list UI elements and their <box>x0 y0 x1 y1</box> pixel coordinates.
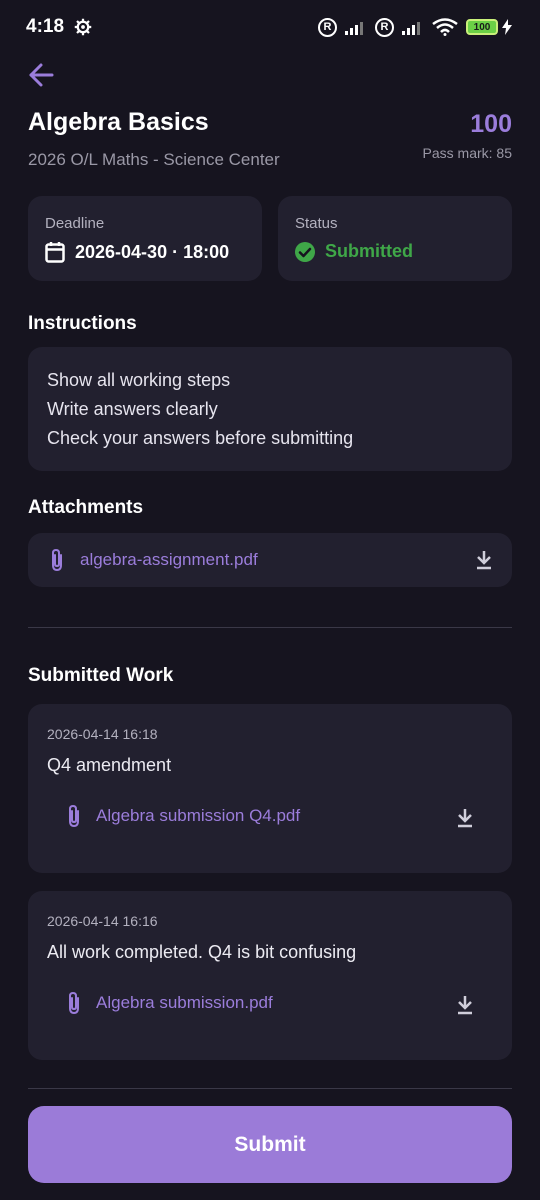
status-label: Status <box>295 215 338 232</box>
submission-filename: Algebra submission Q4.pdf <box>96 806 301 825</box>
submission-note: All work completed. Q4 is bit confusing <box>47 942 357 962</box>
battery-indicator: 100 <box>466 19 512 35</box>
status-bar-left: 4:18 <box>26 16 92 38</box>
paperclip-icon <box>52 548 62 572</box>
settings-gear-icon <box>74 18 92 36</box>
battery-level: 100 <box>466 19 498 35</box>
submission-filename: Algebra submission.pdf <box>96 993 273 1012</box>
charging-bolt-icon <box>502 19 512 35</box>
calendar-icon <box>45 242 65 263</box>
instructions-title: Instructions <box>28 313 137 334</box>
deadline-value-row: 2026-04-30 · 18:00 <box>45 241 229 263</box>
section-divider <box>28 627 512 628</box>
deadline-value: 2026-04-30 · 18:00 <box>75 241 230 262</box>
roaming-icon: R <box>375 17 394 37</box>
pass-mark: Pass mark: 85 <box>422 145 512 161</box>
download-icon[interactable] <box>475 550 493 570</box>
check-circle-icon <box>295 241 315 262</box>
deadline-card: Deadline 2026-04-30 · 18:00 <box>28 196 262 281</box>
download-icon[interactable] <box>456 995 474 1015</box>
instruction-line: Check your answers before submitting <box>47 428 354 448</box>
signal-icon <box>402 22 420 35</box>
footer-divider <box>28 1088 512 1089</box>
paperclip-icon <box>69 804 79 828</box>
signal-icon <box>345 22 363 35</box>
attachment-item[interactable]: algebra-assignment.pdf <box>28 533 512 587</box>
status-card: Status Submitted <box>278 196 512 281</box>
total-score: 100 <box>470 110 512 138</box>
class-subtitle: 2026 O/L Maths - Science Center <box>28 150 280 169</box>
submission-card: 2026-04-14 16:16 All work completed. Q4 … <box>28 891 512 1060</box>
instruction-line: Show all working steps <box>47 370 231 390</box>
status-bar-right: R R 100 <box>318 17 512 37</box>
wifi-icon <box>432 18 458 36</box>
status-bar: 4:18 R R 100 <box>0 0 540 54</box>
back-arrow-icon[interactable] <box>28 60 58 90</box>
download-icon[interactable] <box>456 808 474 828</box>
instructions-card: Show all working steps Write answers cle… <box>28 347 512 471</box>
deadline-label: Deadline <box>45 215 105 232</box>
submit-button[interactable]: Submit <box>28 1106 512 1183</box>
attachments-title: Attachments <box>28 497 144 518</box>
submission-note: Q4 amendment <box>47 755 172 775</box>
paperclip-icon <box>69 991 79 1015</box>
roaming-icon: R <box>318 17 337 37</box>
submission-date: 2026-04-14 16:16 <box>47 913 158 929</box>
submission-card: 2026-04-14 16:18 Q4 amendment Algebra su… <box>28 704 512 873</box>
submission-date: 2026-04-14 16:18 <box>47 726 158 742</box>
status-value: Submitted <box>325 241 413 261</box>
submitted-work-title: Submitted Work <box>28 665 174 686</box>
status-value-row: Submitted <box>295 241 413 262</box>
attachment-filename: algebra-assignment.pdf <box>80 550 258 569</box>
instruction-line: Write answers clearly <box>47 399 218 419</box>
submission-file[interactable]: Algebra submission Q4.pdf <box>66 804 300 828</box>
status-time: 4:18 <box>26 16 65 37</box>
page-title: Algebra Basics <box>28 108 209 136</box>
submission-file[interactable]: Algebra submission.pdf <box>66 991 273 1015</box>
